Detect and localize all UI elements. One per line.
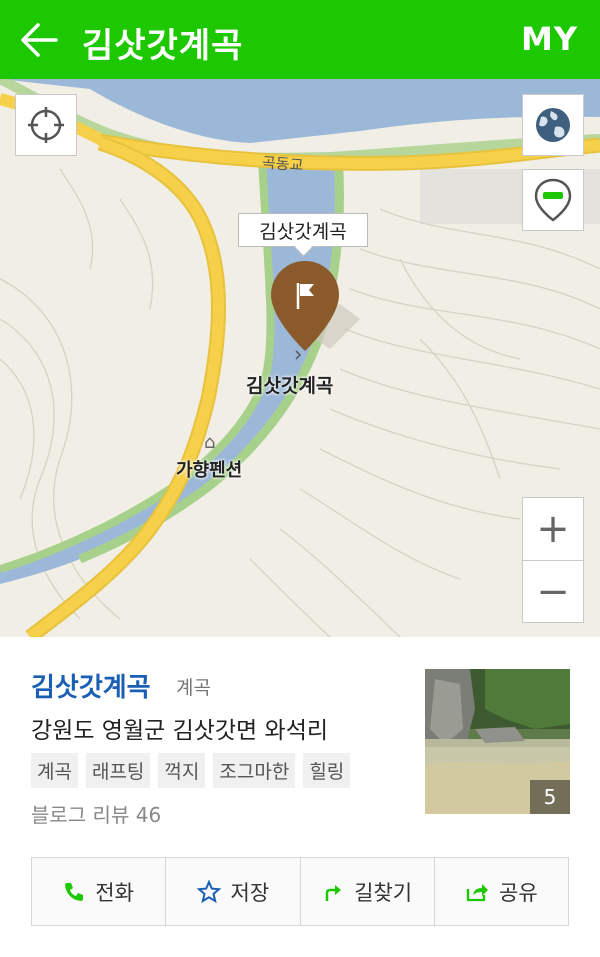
- star-icon: [196, 879, 221, 903]
- place-address: 강원도 영월군 김삿갓면 와석리: [31, 718, 329, 744]
- poi-label[interactable]: 가향펜션: [176, 456, 242, 482]
- layer-toggle-button[interactable]: [522, 169, 584, 231]
- crosshair-icon: [28, 107, 64, 143]
- app-header: 김삿갓계곡 MY: [0, 0, 600, 79]
- place-name[interactable]: 김삿갓계곡: [31, 667, 151, 704]
- tag[interactable]: 계곡: [31, 753, 78, 788]
- share-icon: [466, 883, 489, 901]
- place-photo[interactable]: 5: [425, 669, 570, 814]
- call-label: 전화: [95, 880, 134, 905]
- tag[interactable]: 조그마한: [213, 753, 296, 788]
- phone-icon: [65, 882, 84, 901]
- share-button[interactable]: 공유: [435, 858, 568, 925]
- photo-count: 5: [530, 780, 570, 814]
- save-label: 저장: [230, 880, 270, 905]
- zoom-controls: + −: [522, 497, 584, 623]
- directions-label: 길찾기: [354, 880, 413, 905]
- zoom-out-button[interactable]: −: [523, 561, 583, 623]
- current-location-button[interactable]: [15, 94, 77, 156]
- pin-toggle-icon: [534, 178, 572, 222]
- tag[interactable]: 래프팅: [85, 753, 151, 788]
- call-button[interactable]: 전화: [32, 858, 167, 925]
- back-button[interactable]: [18, 18, 62, 62]
- tag-list: 계곡 래프팅 꺽지 조그마한 힐링: [31, 753, 351, 788]
- tag[interactable]: 꺽지: [158, 753, 206, 788]
- zoom-in-button[interactable]: +: [523, 498, 583, 560]
- place-info-panel: 김삿갓계곡 계곡 강원도 영월군 김삿갓면 와석리 계곡 래프팅 꺽지 조그마한…: [0, 637, 600, 957]
- lodging-icon: ⌂: [204, 432, 216, 453]
- review-count[interactable]: 블로그 리뷰 46: [31, 799, 161, 828]
- place-category: 계곡: [176, 677, 211, 699]
- my-button[interactable]: MY: [521, 20, 578, 58]
- action-bar: 전화 저장 길찾기 공유: [31, 857, 569, 926]
- page-title: 김삿갓계곡: [82, 26, 244, 66]
- map-type-button[interactable]: [522, 94, 584, 156]
- save-button[interactable]: 저장: [166, 858, 301, 925]
- globe-icon: [536, 108, 570, 142]
- share-label: 공유: [499, 880, 538, 905]
- map-view[interactable]: 곡동교 김삿갓계곡 김삿갓계곡 ⌂ 가향펜션 + −: [0, 79, 600, 637]
- tag[interactable]: 힐링: [303, 753, 351, 788]
- directions-icon: [325, 884, 342, 901]
- back-arrow-icon: [21, 23, 58, 57]
- directions-button[interactable]: 길찾기: [301, 858, 435, 925]
- place-callout[interactable]: 김삿갓계곡: [238, 213, 368, 247]
- road-label: 곡동교: [261, 153, 304, 175]
- pin-label: 김삿갓계곡: [246, 375, 334, 397]
